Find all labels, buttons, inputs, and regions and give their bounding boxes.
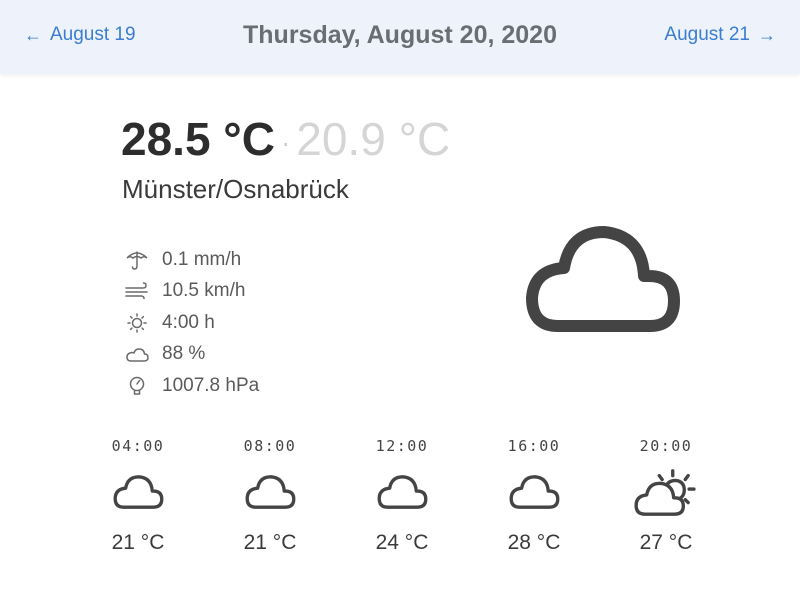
cloud-icon <box>204 459 336 525</box>
wind-icon <box>124 280 150 302</box>
hour-time: 20:00 <box>639 437 693 455</box>
cloud-icon <box>336 459 468 525</box>
hour-temperature: 24 °C <box>375 531 429 554</box>
cloud-icon <box>468 459 600 525</box>
cloud-icon <box>124 343 150 365</box>
hourly-item: 16:00 28 °C <box>468 437 600 555</box>
hour-temperature: 21 °C <box>243 531 297 554</box>
weather-stats: 0.1 mm/h 10.5 km/h 4:00 h 88 % 1007.8 hP… <box>124 244 259 402</box>
hour-temperature: 27 °C <box>639 531 693 554</box>
stat-wind: 10.5 km/h <box>124 276 259 308</box>
hourly-item: 20:00 27 °C <box>600 437 732 555</box>
cloud-icon <box>520 222 686 338</box>
pressure-icon <box>124 375 150 397</box>
stat-pressure: 1007.8 hPa <box>124 370 259 402</box>
header-bar: ← August 19 Thursday, August 20, 2020 Au… <box>0 0 800 74</box>
stat-sunshine: 4:00 h <box>124 307 259 339</box>
hour-temperature: 28 °C <box>507 531 561 554</box>
partly-sunny-icon <box>600 459 732 525</box>
min-temperature: 20.9 °C <box>296 113 451 165</box>
hourly-item: 04:00 21 °C <box>72 437 204 555</box>
stat-value: 88 % <box>162 343 206 365</box>
hour-temperature: 21 °C <box>111 531 165 554</box>
cloud-icon <box>72 459 204 525</box>
temperature-separator: · <box>280 126 291 158</box>
stat-value: 4:00 h <box>162 311 215 333</box>
sun-icon <box>124 312 150 334</box>
hour-time: 16:00 <box>507 437 561 455</box>
stat-value: 10.5 km/h <box>162 280 246 302</box>
stat-value: 1007.8 hPa <box>162 374 260 396</box>
hour-time: 12:00 <box>375 437 429 455</box>
temperature-range: 28.5 °C · 20.9 °C <box>121 112 450 166</box>
hourly-item: 12:00 24 °C <box>336 437 468 555</box>
hour-time: 04:00 <box>111 437 165 455</box>
max-temperature: 28.5 °C <box>121 113 275 165</box>
hourly-forecast: 04:00 21 °C 08:00 21 °C 12:00 24 °C 16:0… <box>72 437 732 555</box>
location-name: Münster/Osnabrück <box>122 174 349 204</box>
stat-value: 0.1 mm/h <box>162 248 242 270</box>
hourly-item: 08:00 21 °C <box>204 437 336 555</box>
stat-precipitation: 0.1 mm/h <box>124 244 259 276</box>
stat-cloud-cover: 88 % <box>124 339 259 371</box>
next-day-label: August 21 <box>664 24 750 45</box>
arrow-right-icon: → <box>758 24 776 45</box>
hour-time: 08:00 <box>243 437 297 455</box>
umbrella-icon <box>124 249 150 271</box>
next-day-link[interactable]: August 21 → <box>664 24 776 46</box>
